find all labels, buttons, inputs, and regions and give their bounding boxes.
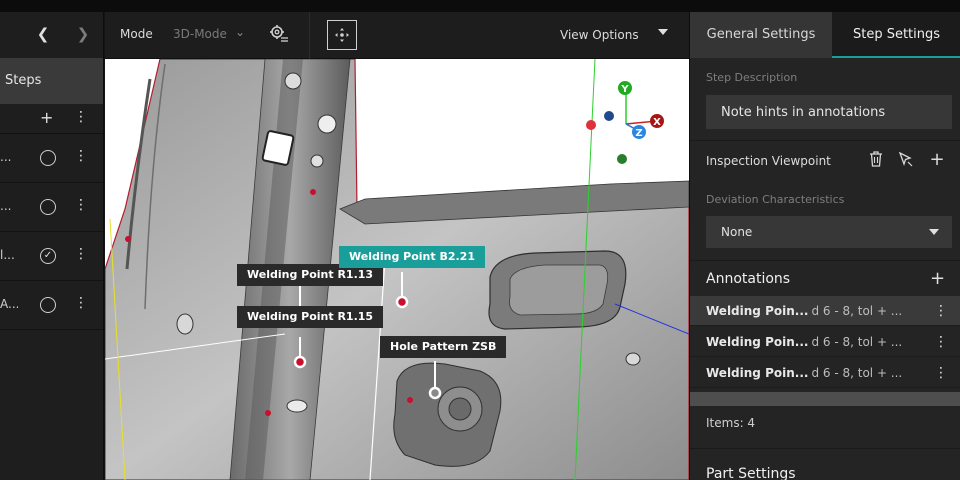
steps-toolbar: + ⋮	[0, 104, 103, 134]
3d-viewport[interactable]: Y X Z Welding Point R1.13 Welding Point …	[105, 59, 689, 480]
annotation-detail: d 6 - 8, tol + ...	[811, 366, 903, 380]
x-axis-label: X	[653, 117, 661, 128]
annotations-scrollbar[interactable]	[690, 392, 960, 406]
gear-list-icon[interactable]	[269, 24, 289, 44]
divider	[690, 448, 960, 449]
chevron-down-icon[interactable]: ⌄	[235, 25, 245, 39]
axis-gizmo-icon: Y X Z	[586, 81, 664, 164]
step-menu-button[interactable]: ⋮	[74, 197, 88, 213]
step-row[interactable]: ... ⋮	[0, 134, 103, 183]
inspection-viewpoint-label: Inspection Viewpoint	[706, 154, 831, 168]
divider	[690, 260, 960, 261]
previous-step-button[interactable]: ❮	[32, 23, 54, 45]
step-description-label: Step Description	[706, 71, 798, 84]
part-settings-header: Part Settings	[706, 466, 796, 480]
step-navigation: ❮ ❯	[0, 12, 103, 58]
step-label: ...	[0, 150, 12, 164]
annotation-menu-button[interactable]: ⋮	[934, 358, 948, 388]
step-status-icon[interactable]	[40, 199, 56, 215]
step-status-icon[interactable]	[40, 150, 56, 166]
step-row[interactable]: l... ✓ ⋮	[0, 232, 103, 281]
tab-step-settings[interactable]: Step Settings	[832, 12, 960, 58]
annotation-callout-selected[interactable]: Welding Point B2.21	[339, 246, 485, 268]
step-label: ...	[0, 199, 12, 213]
annotation-row[interactable]: Welding Poin... d 6 - 8, tol + ... ⋮	[690, 358, 960, 388]
step-label: A...	[0, 297, 18, 311]
annotation-detail: d 6 - 8, tol + ...	[811, 304, 903, 318]
divider	[690, 140, 960, 141]
mode-label: Mode	[120, 27, 153, 41]
annotation-menu-button[interactable]: ⋮	[934, 327, 948, 357]
deviation-characteristics-select[interactable]: None	[706, 216, 952, 248]
steps-panel: ❮ ❯ Steps + ⋮ ... ⋮ ... ⋮ l... ✓ ⋮ A... …	[0, 12, 104, 480]
step-row[interactable]: ... ⋮	[0, 183, 103, 232]
step-done-icon[interactable]: ✓	[40, 248, 56, 264]
y-axis-label: Y	[620, 84, 629, 95]
add-step-button[interactable]: +	[40, 108, 53, 127]
items-count: Items: 4	[706, 416, 756, 430]
settings-tabs: General Settings Step Settings	[690, 12, 960, 58]
settings-panel: General Settings Step Settings Step Desc…	[689, 12, 960, 480]
annotation-name: Welding Poin...	[706, 335, 809, 349]
toolbar-divider	[309, 12, 310, 59]
add-viewpoint-button[interactable]: +	[928, 151, 946, 169]
add-annotation-button[interactable]: +	[930, 268, 945, 289]
step-label: l...	[0, 248, 15, 262]
annotation-row[interactable]: Welding Poin... d 6 - 8, tol + ... ⋮	[690, 296, 960, 326]
step-description-input[interactable]	[706, 95, 952, 129]
trash-icon[interactable]	[867, 151, 885, 169]
steps-menu-button[interactable]: ⋮	[74, 109, 88, 125]
step-row[interactable]: A... ⋮	[0, 281, 103, 330]
mode-select[interactable]: 3D-Mode	[173, 27, 227, 41]
deviation-selected-value: None	[721, 225, 753, 239]
step-menu-button[interactable]: ⋮	[74, 246, 88, 262]
deviation-characteristics-label: Deviation Characteristics	[706, 193, 845, 206]
steps-header: Steps	[0, 58, 103, 104]
annotation-callout[interactable]: Hole Pattern ZSB	[380, 336, 507, 358]
caret-down-icon	[929, 229, 939, 235]
step-menu-button[interactable]: ⋮	[74, 295, 88, 311]
tab-general-settings[interactable]: General Settings	[690, 12, 832, 58]
step-status-icon[interactable]	[40, 297, 56, 313]
car-door-model[interactable]: Y X Z	[105, 59, 689, 480]
view-options-button[interactable]: View Options	[560, 28, 639, 42]
move-icon	[335, 28, 349, 42]
z-axis-label: Z	[635, 128, 642, 139]
annotation-callout[interactable]: Welding Point R1.15	[237, 306, 384, 328]
annotation-name: Welding Poin...	[706, 366, 809, 380]
annotation-name: Welding Poin...	[706, 304, 809, 318]
annotation-detail: d 6 - 8, tol + ...	[811, 335, 903, 349]
annotation-row[interactable]: Welding Poin... d 6 - 8, tol + ... ⋮	[690, 327, 960, 357]
viewer-toolbar: Mode 3D-Mode ⌄ View Options	[105, 12, 689, 59]
annotations-header: Annotations	[706, 271, 791, 287]
caret-down-icon[interactable]	[658, 29, 668, 35]
top-strip	[0, 0, 960, 12]
recenter-button[interactable]	[327, 20, 357, 50]
next-step-button[interactable]: ❯	[72, 23, 94, 45]
step-menu-button[interactable]: ⋮	[74, 148, 88, 164]
pointer-select-icon[interactable]	[897, 151, 915, 169]
annotation-menu-button[interactable]: ⋮	[934, 296, 948, 326]
